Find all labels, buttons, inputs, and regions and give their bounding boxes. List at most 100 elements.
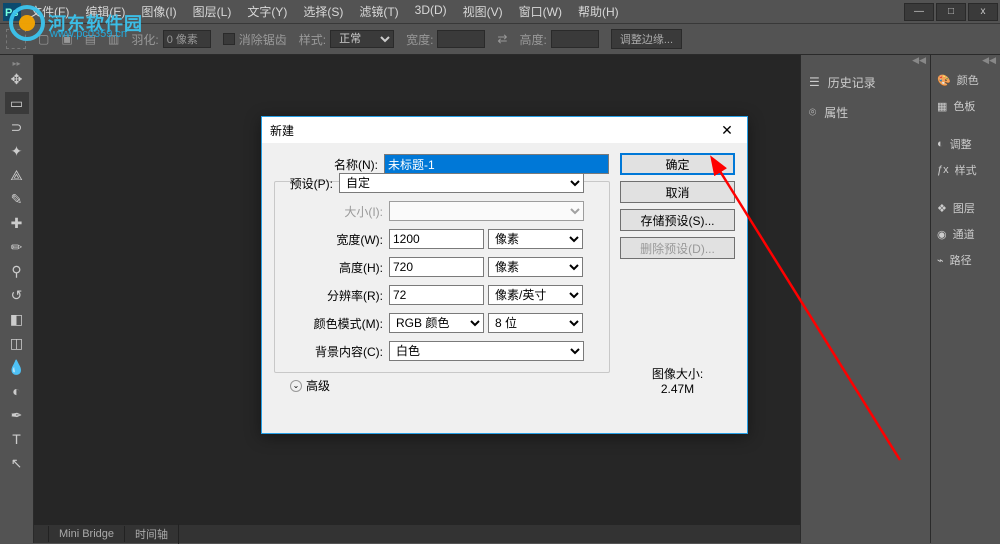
swap-icon[interactable]: ⇄ [497,32,507,46]
close-button[interactable]: x [968,3,998,21]
move-tool[interactable]: ✥ [5,68,29,90]
dialog-buttons: 确定 取消 存储预设(S)... 删除预设(D)... 图像大小: 2.47M [620,153,735,396]
marquee-new-icon[interactable]: ▢ [38,32,49,46]
opt-width-label: 宽度: [406,31,433,48]
style-label: 样式: [299,31,326,48]
tab-mini-bridge[interactable]: Mini Bridge [48,526,125,542]
menu-window[interactable]: 窗口(W) [511,0,570,23]
side-adjustments[interactable]: ◐ 调整 [931,131,1000,157]
brush-tool[interactable]: ✏ [5,236,29,258]
marquee-tool[interactable]: ▭ [5,92,29,114]
maximize-button[interactable]: □ [936,3,966,21]
menu-view[interactable]: 视图(V) [455,0,511,23]
wand-tool[interactable]: ✦ [5,140,29,162]
gradient-tool[interactable]: ◫ [5,332,29,354]
crop-tool[interactable]: ⟁ [5,164,29,186]
panel-properties[interactable]: ⌾ 属性 [801,97,930,127]
eyedropper-tool[interactable]: ✎ [5,188,29,210]
name-input[interactable] [384,154,609,174]
image-size-value: 2.47M [620,382,735,396]
menu-layer[interactable]: 图层(L) [185,0,240,23]
adjust-icon: ◐ [937,138,944,150]
ok-button[interactable]: 确定 [620,153,735,175]
dialog-close-button[interactable]: ✕ [715,122,739,139]
heal-tool[interactable]: ✚ [5,212,29,234]
resolution-unit-select[interactable]: 像素/英寸 [488,285,583,305]
bg-label: 背景内容(C): [279,343,389,360]
advanced-toggle[interactable]: ⌄ 高级 [274,373,610,394]
image-size-info: 图像大小: 2.47M [620,365,735,396]
menu-help[interactable]: 帮助(H) [570,0,627,23]
side-channels[interactable]: ◉通道 [931,221,1000,247]
path-tool[interactable]: ↖ [5,452,29,474]
style-select[interactable]: 正常 [330,30,394,48]
cancel-button[interactable]: 取消 [620,181,735,203]
eraser-tool[interactable]: ◧ [5,308,29,330]
resolution-input[interactable] [389,285,484,305]
bottom-tabs: Mini Bridge 时间轴 [34,525,800,543]
menu-filter[interactable]: 滤镜(T) [351,0,406,23]
opt-height-input[interactable] [551,30,599,48]
menu-edit[interactable]: 编辑(E) [77,0,133,23]
feather-label: 羽化: [131,31,158,48]
side-layers[interactable]: ❖图层 [931,195,1000,221]
dodge-tool[interactable]: ◐ [5,380,29,402]
save-preset-button[interactable]: 存储预设(S)... [620,209,735,231]
menu-image[interactable]: 图像(I) [133,0,184,23]
stamp-tool[interactable]: ⚲ [5,260,29,282]
styles-icon: ƒx [937,164,949,176]
type-tool[interactable]: T [5,428,29,450]
resolution-label: 分辨率(R): [279,287,389,304]
menu-bar: Ps 文件(F) 编辑(E) 图像(I) 图层(L) 文字(Y) 选择(S) 滤… [0,0,1000,23]
menu-3d[interactable]: 3D(D) [407,0,455,23]
side-styles-label: 样式 [955,162,977,178]
width-input[interactable] [389,229,484,249]
paths-icon: ⌁ [937,254,944,267]
right-panels: ◀◀ ☰ 历史记录 ⌾ 属性 ◀◀ 🎨颜色 ▦色板 ◐ 调整 ƒx 样式 ❖图层 ◉… [800,55,1000,543]
color-depth-select[interactable]: 8 位 [488,313,583,333]
panel-history[interactable]: ☰ 历史记录 [801,67,930,97]
pen-tool[interactable]: ✒ [5,404,29,426]
menu-items: 文件(F) 编辑(E) 图像(I) 图层(L) 文字(Y) 选择(S) 滤镜(T… [22,0,627,23]
refine-edge-button[interactable]: 调整边缘... [611,29,682,49]
color-mode-select[interactable]: RGB 颜色 [389,313,484,333]
opt-width-input[interactable] [437,30,485,48]
side-adjust-label: 调整 [950,136,972,152]
lasso-tool[interactable]: ⊃ [5,116,29,138]
tab-timeline[interactable]: 时间轴 [125,524,179,544]
opt-height-label: 高度: [519,31,546,48]
delete-preset-button: 删除预设(D)... [620,237,735,259]
width-unit-select[interactable]: 像素 [488,229,583,249]
size-select [389,201,584,221]
history-brush-tool[interactable]: ↺ [5,284,29,306]
menu-type[interactable]: 文字(Y) [239,0,295,23]
advanced-label: 高级 [306,377,330,394]
menu-select[interactable]: 选择(S) [295,0,351,23]
panel-collapse-icon[interactable]: ◀◀ [801,55,930,67]
properties-icon: ⌾ [809,105,816,120]
dialog-title: 新建 [270,122,294,139]
side-layers-label: 图层 [953,200,975,216]
toolbox-handle[interactable]: ▸▸ [5,59,29,67]
tool-preset-icon[interactable] [6,29,26,49]
side-paths[interactable]: ⌁路径 [931,247,1000,273]
preset-label: 预设(P): [279,175,339,192]
panel-history-label: 历史记录 [828,74,876,91]
minimize-button[interactable]: — [904,3,934,21]
height-unit-select[interactable]: 像素 [488,257,583,277]
side-collapse-icon[interactable]: ◀◀ [931,55,1000,67]
height-input[interactable] [389,257,484,277]
antialias-checkbox[interactable] [223,33,235,45]
panel-properties-label: 属性 [824,104,848,121]
preset-select[interactable]: 自定 [339,173,584,193]
toolbox: ▸▸ ✥ ▭ ⊃ ✦ ⟁ ✎ ✚ ✏ ⚲ ↺ ◧ ◫ 💧 ◐ ✒ T ↖ [0,55,34,543]
side-color[interactable]: 🎨颜色 [931,67,1000,93]
side-swatches-label: 色板 [953,98,975,114]
blur-tool[interactable]: 💧 [5,356,29,378]
side-styles[interactable]: ƒx 样式 [931,157,1000,183]
side-swatches[interactable]: ▦色板 [931,93,1000,119]
menu-file[interactable]: 文件(F) [22,0,77,23]
color-mode-label: 颜色模式(M): [279,315,389,332]
feather-input[interactable] [163,30,211,48]
bg-select[interactable]: 白色 [389,341,584,361]
